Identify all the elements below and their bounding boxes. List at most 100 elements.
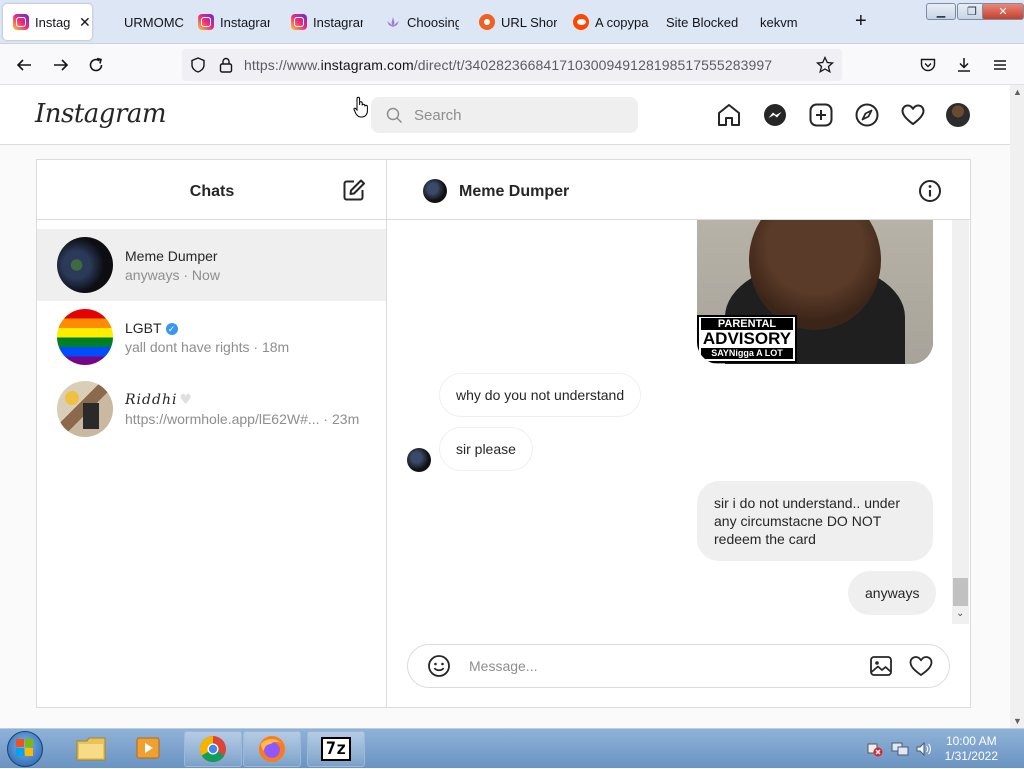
tab-label: kekvm [760, 14, 798, 30]
info-icon[interactable] [918, 179, 942, 208]
menu-hamburger-icon[interactable] [989, 54, 1011, 76]
chat-item-riddhi[interactable]: 𝑅𝑖𝑑𝑑ℎ𝑖 ♥ https://wormhole.app/lE62W#... ·… [37, 373, 386, 445]
search-placeholder: Search [414, 107, 462, 124]
meme-image[interactable]: PARENTAL ADVISORY SAYNigga A LOT [697, 220, 933, 364]
search-input[interactable]: Search [371, 97, 638, 133]
tab-instagram-2[interactable]: Instagram [188, 4, 272, 40]
conversation-column: Meme Dumper PARENTAL ADVISORY SAYNigga A… [387, 160, 970, 707]
sender-avatar[interactable] [407, 448, 431, 472]
direct-messages-panel: Chats Meme Dumper anyways · Now LGBT ✓ ya… [36, 159, 971, 708]
downloads-icon[interactable] [953, 54, 975, 76]
parental-advisory-label: PARENTAL ADVISORY SAYNigga A LOT [697, 315, 797, 363]
chat-list-column: Chats Meme Dumper anyways · Now LGBT ✓ ya… [37, 160, 387, 707]
tab-label: Instagram [35, 14, 71, 30]
conversation-avatar[interactable] [423, 179, 447, 203]
address-bar[interactable]: https://www.instagram.com/direct/t/34028… [182, 49, 842, 81]
tab-instagram-active[interactable]: Instagram ✕ [3, 4, 92, 40]
tab-label: Choosing [407, 14, 459, 30]
bookmark-star-icon[interactable] [815, 55, 835, 80]
chat-name: 𝑅𝑖𝑑𝑑ℎ𝑖 ♥ [125, 392, 193, 408]
system-clock[interactable]: 10:00 AM 1/31/2022 [945, 734, 998, 764]
heart-activity-icon[interactable] [900, 102, 926, 128]
chat-last-message: https://wormhole.app/lE62W#... · 23m [125, 411, 360, 427]
image-upload-icon[interactable] [869, 654, 893, 683]
tab-site-blocked[interactable]: Site Blocked [656, 4, 746, 40]
new-post-icon[interactable] [808, 102, 834, 128]
scrollbar-thumb[interactable] [953, 578, 968, 606]
tab-kekvm[interactable]: kekvm [750, 4, 820, 40]
thread-scrollbar[interactable]: ⌄ [952, 220, 969, 624]
scroll-up-arrow-icon[interactable]: ▲ [1013, 87, 1022, 97]
message-incoming[interactable]: why do you not understand [439, 373, 642, 417]
scroll-down-arrow-icon[interactable]: ⌄ [956, 608, 964, 619]
tab-label: Site Blocked [666, 14, 739, 30]
tab-url-short[interactable]: URL Short [469, 4, 557, 40]
white-heart-icon: ♥ [179, 392, 193, 408]
tab-instagram-3[interactable]: Instagram [281, 4, 365, 40]
tab-choosing[interactable]: Choosing [375, 4, 461, 40]
explore-compass-icon[interactable] [854, 102, 880, 128]
volume-tray-icon[interactable] [915, 741, 933, 762]
file-explorer-taskbar-icon[interactable] [62, 731, 120, 767]
avatar [57, 381, 113, 437]
reload-icon[interactable] [85, 54, 107, 76]
emoji-icon[interactable] [427, 654, 451, 683]
chrome-taskbar-icon[interactable] [184, 731, 242, 767]
clock-date: 1/31/2022 [944, 749, 998, 763]
chat-last-message: anyways · Now [125, 267, 220, 283]
instagram-icon [198, 14, 214, 30]
media-player-taskbar-icon[interactable] [120, 731, 178, 767]
tab-label: Instagram [313, 14, 363, 30]
lotus-icon [385, 14, 401, 30]
message-outgoing[interactable]: sir i do not understand.. under any circ… [697, 481, 933, 561]
close-tab-icon[interactable]: ✕ [79, 14, 91, 31]
instagram-logo[interactable]: Instagram [35, 99, 167, 129]
tab-copypasta[interactable]: A copypa [563, 4, 651, 40]
firefox-taskbar-icon[interactable] [243, 731, 301, 767]
scroll-down-arrow-icon[interactable]: ▼ [1013, 716, 1022, 726]
tab-label: Instagram [220, 14, 270, 30]
chat-item-meme-dumper[interactable]: Meme Dumper anyways · Now [37, 229, 386, 301]
lock-icon[interactable] [218, 56, 234, 79]
search-icon [386, 107, 403, 129]
pocket-icon[interactable] [917, 54, 939, 76]
page-scrollbar[interactable]: ▲ ▼ [1010, 85, 1024, 728]
home-icon[interactable] [716, 102, 742, 128]
message-input[interactable]: Message... [469, 658, 537, 674]
chats-header: Chats [37, 160, 387, 220]
new-message-compose-icon[interactable] [342, 178, 366, 207]
start-button[interactable] [4, 729, 46, 769]
instagram-icon [13, 14, 29, 30]
shield-icon[interactable] [189, 56, 207, 79]
forward-arrow-icon[interactable] [50, 54, 72, 76]
message-outgoing[interactable]: anyways [848, 571, 937, 615]
verified-badge-icon: ✓ [165, 323, 178, 335]
tab-label: A copypa [595, 14, 649, 30]
new-tab-button[interactable]: + [855, 10, 867, 33]
minimize-button[interactable]: ▁ [926, 3, 956, 20]
back-arrow-icon[interactable] [13, 54, 35, 76]
chat-item-lgbt[interactable]: LGBT ✓ yall dont have rights · 18m [37, 301, 386, 373]
tab-urmomc[interactable]: URMOMC [114, 4, 190, 40]
message-thread: PARENTAL ADVISORY SAYNigga A LOT why do … [387, 220, 970, 640]
heart-like-icon[interactable] [908, 654, 934, 683]
browser-tab-strip: Instagram ✕ URMOMC Instagram Instagram C… [0, 0, 1024, 44]
message-incoming[interactable]: sir please [439, 427, 533, 471]
clock-time: 10:00 AM [945, 734, 997, 748]
messenger-icon[interactable] [762, 102, 788, 128]
reddit-icon [573, 14, 589, 30]
conversation-header: Meme Dumper [387, 160, 970, 220]
seven-zip-taskbar-icon[interactable]: 7z [307, 731, 365, 767]
url-text: https://www.instagram.com/direct/t/34028… [244, 57, 773, 73]
bitly-icon [479, 14, 495, 30]
avatar [57, 237, 113, 293]
display-tray-icon[interactable] [891, 741, 909, 762]
close-window-button[interactable]: ✕ [982, 3, 1024, 20]
conversation-name[interactable]: Meme Dumper [459, 183, 569, 201]
instagram-icon [291, 14, 307, 30]
seven-zip-logo: 7z [321, 737, 351, 761]
profile-avatar[interactable] [946, 103, 970, 127]
network-warning-tray-icon[interactable] [867, 741, 883, 762]
message-composer[interactable]: Message... [407, 644, 950, 688]
browser-nav-bar: https://www.instagram.com/direct/t/34028… [0, 44, 1024, 85]
